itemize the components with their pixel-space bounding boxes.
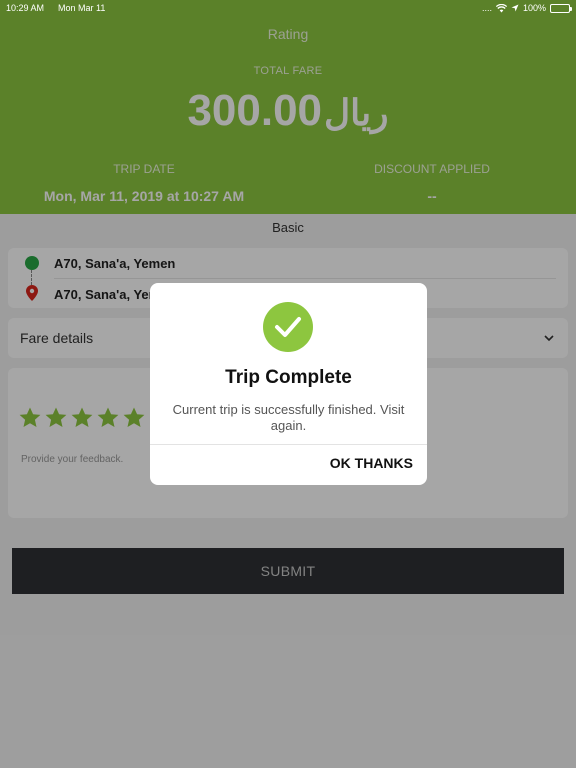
- battery-percent: 100%: [522, 3, 546, 13]
- dialog-message: Current trip is successfully finished. V…: [172, 402, 405, 433]
- checkmark-icon: [275, 317, 301, 337]
- status-bar: 10:29 AM Mon Mar 11 .... 100%: [0, 0, 576, 16]
- status-right: .... 100%: [481, 3, 572, 13]
- wifi-icon: [495, 3, 507, 12]
- signal-dots-icon: ....: [481, 3, 492, 13]
- success-badge: [263, 302, 313, 352]
- trip-complete-dialog: Trip Complete Current trip is successful…: [150, 283, 427, 485]
- status-date: Mon Mar 11: [58, 3, 106, 13]
- battery-icon: [550, 3, 572, 13]
- status-time: 10:29 AM: [6, 3, 45, 13]
- ok-thanks-button[interactable]: OK THANKS: [330, 455, 413, 471]
- dialog-title: Trip Complete: [225, 367, 352, 388]
- location-arrow-icon: [511, 4, 519, 12]
- dialog-divider: [150, 444, 427, 445]
